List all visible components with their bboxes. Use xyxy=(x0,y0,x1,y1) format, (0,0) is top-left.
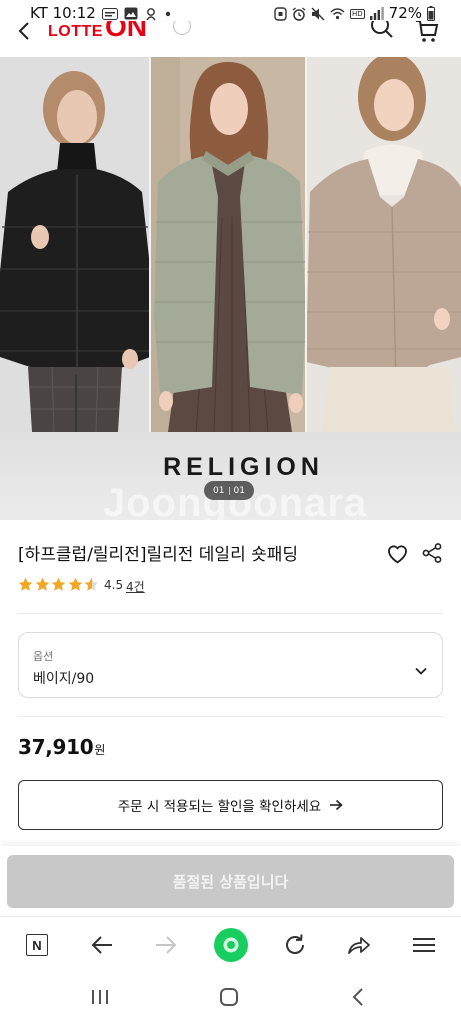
star-icon xyxy=(84,577,99,592)
check-discount-label: 주문 시 적용되는 할인을 확인하세요 xyxy=(117,799,322,815)
product-photo xyxy=(0,57,461,520)
share-arrow-icon[interactable] xyxy=(337,917,381,973)
naver-home-icon[interactable]: N xyxy=(15,917,59,973)
back-arrow-icon[interactable] xyxy=(80,917,124,973)
alarm-icon xyxy=(292,6,306,21)
chevron-down-icon xyxy=(415,661,427,675)
divider xyxy=(18,716,443,717)
arrow-right-icon xyxy=(329,799,343,811)
gallery-icon xyxy=(124,7,138,20)
option-label: 옵션 xyxy=(33,650,54,663)
pager-separator xyxy=(228,486,230,495)
check-discount-button[interactable]: 주문 시 적용되는 할인을 확인하세요 xyxy=(18,780,443,830)
option-select[interactable]: 옵션 베이지/90 xyxy=(18,632,443,698)
battery-icon xyxy=(427,6,435,21)
more-dot-icon xyxy=(164,10,172,18)
green-dot-icon[interactable] xyxy=(209,917,253,973)
home-icon[interactable] xyxy=(207,982,251,1012)
sold-out-label: 품절된 상품입니다 xyxy=(172,873,289,891)
price-amount: 37,910 xyxy=(18,735,94,759)
screen-lock-icon xyxy=(274,6,287,21)
wifi-icon xyxy=(330,7,345,20)
cart-icon[interactable] xyxy=(414,18,440,48)
back-icon[interactable] xyxy=(336,982,380,1012)
rating-stars xyxy=(18,577,99,592)
product-title: [하프클럽/릴리전]릴리전 데일리 숏패딩 xyxy=(18,545,299,565)
purchase-bar: 품절된 상품입니다 xyxy=(0,846,461,916)
share-icon[interactable] xyxy=(421,542,443,564)
product-image-carousel[interactable]: RELIGION Joongoonara 01 01 xyxy=(0,57,461,520)
star-icon xyxy=(35,577,50,592)
naver-home-letter: N xyxy=(26,934,48,956)
star-icon xyxy=(68,577,83,592)
app-badge-icon xyxy=(144,7,158,21)
logo-left-text: LOTTE xyxy=(48,23,103,40)
signal-icon xyxy=(369,7,384,20)
pager-total: 01 xyxy=(233,485,245,496)
image-pager: 01 01 xyxy=(204,481,254,500)
pager-current: 01 xyxy=(213,485,225,496)
menu-icon[interactable] xyxy=(402,917,446,973)
rating-value: 4.5 xyxy=(104,578,124,592)
star-icon xyxy=(18,577,33,592)
price: 37,910원 xyxy=(18,735,105,759)
status-bar: KT 10:12 HD 72% xyxy=(0,0,461,22)
price-unit: 원 xyxy=(94,743,106,757)
star-icon xyxy=(51,577,66,592)
status-carrier-time: KT 10:12 xyxy=(30,4,96,22)
system-nav-bar xyxy=(0,972,461,1024)
mute-icon xyxy=(311,7,325,21)
hd-badge: HD xyxy=(350,8,365,19)
sold-out-button[interactable]: 품절된 상품입니다 xyxy=(7,855,454,908)
battery-percent: 72% xyxy=(388,4,422,22)
review-count-link[interactable]: 4건 xyxy=(126,578,145,595)
brand-logo: RELIGION xyxy=(163,453,324,481)
app-notification-icon xyxy=(101,7,118,20)
recent-apps-icon[interactable] xyxy=(78,982,122,1012)
option-selected-value: 베이지/90 xyxy=(33,671,95,687)
forward-arrow-icon[interactable] xyxy=(144,917,188,973)
heart-icon[interactable] xyxy=(385,541,410,566)
refresh-icon[interactable] xyxy=(273,917,317,973)
browser-toolbar: N xyxy=(0,916,461,972)
divider xyxy=(18,613,443,614)
back-icon[interactable] xyxy=(18,22,30,44)
